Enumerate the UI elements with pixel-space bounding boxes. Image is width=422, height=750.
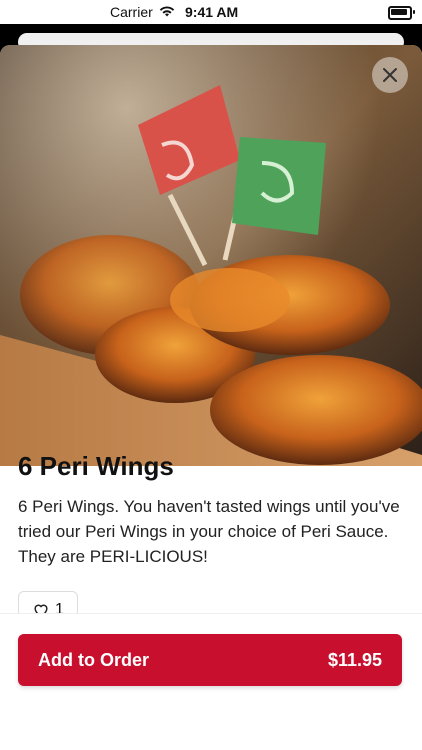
battery-icon (388, 6, 412, 20)
status-left: Carrier (110, 4, 175, 20)
carrier-label: Carrier (110, 4, 153, 20)
battery-tip (413, 10, 415, 14)
wifi-icon (159, 6, 174, 17)
bottom-bar: Add to Order $11.95 (0, 613, 422, 706)
status-time: 9:41 AM (185, 4, 239, 20)
add-to-order-label: Add to Order (38, 649, 149, 670)
product-image (0, 45, 422, 466)
product-title: 6 Peri Wings (18, 451, 174, 481)
close-button[interactable] (372, 57, 408, 93)
product-details: 6 Peri Wings 6 Peri Wings. You haven't t… (18, 451, 404, 569)
close-icon (383, 68, 397, 82)
price-label: $11.95 (327, 649, 382, 670)
food-photo-icon (0, 45, 422, 466)
add-to-order-button[interactable]: Add to Order $11.95 (18, 634, 402, 686)
product-description: 6 Peri Wings. You haven't tasted wings u… (18, 497, 400, 566)
status-bar: Carrier 9:41 AM (0, 0, 422, 24)
